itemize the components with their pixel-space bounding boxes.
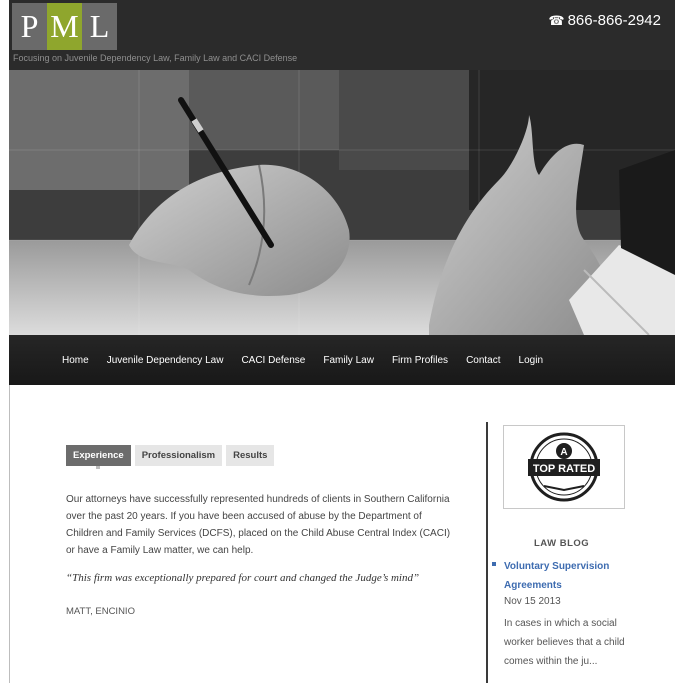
nav-item-family-law[interactable]: Family Law xyxy=(314,355,383,366)
tab-results[interactable]: Results xyxy=(226,445,275,466)
sidebar-divider xyxy=(486,422,488,683)
blog-post-link[interactable]: Voluntary Supervision Agreements xyxy=(504,557,624,595)
phone-icon: ☎ xyxy=(548,12,565,28)
logo-letter-m: M xyxy=(47,3,82,50)
pml-logo[interactable]: P M L xyxy=(12,3,117,50)
badge-letter: A xyxy=(560,447,567,458)
phone-number[interactable]: ☎ 866-866-2942 xyxy=(548,12,661,29)
nav-item-juvenile-dependency-law[interactable]: Juvenile Dependency Law xyxy=(98,355,233,366)
tab-caret xyxy=(96,466,100,469)
blog-bullet-icon xyxy=(492,562,496,566)
nav-item-home[interactable]: Home xyxy=(9,355,98,366)
site-header: P M L Focusing on Juvenile Dependency La… xyxy=(9,0,675,70)
nav-item-firm-profiles[interactable]: Firm Profiles xyxy=(383,355,457,366)
content-tabs: Experience Professionalism Results xyxy=(66,445,275,466)
nav-item-contact[interactable]: Contact xyxy=(457,355,509,366)
phone-number-text: 866-866-2942 xyxy=(567,12,661,29)
top-rated-badge[interactable]: A TOP RATED xyxy=(503,425,625,509)
site-tagline: Focusing on Juvenile Dependency Law, Fam… xyxy=(13,53,298,63)
hero-image xyxy=(9,70,675,335)
badge-text: TOP RATED xyxy=(533,463,595,475)
nav-item-login[interactable]: Login xyxy=(510,355,552,366)
main-nav: Home Juvenile Dependency Law CACI Defens… xyxy=(9,335,675,385)
blog-post-date: Nov 15 2013 xyxy=(504,596,561,607)
nav-item-caci-defense[interactable]: CACI Defense xyxy=(232,355,314,366)
logo-letter-p: P xyxy=(12,3,47,50)
tab-professionalism[interactable]: Professionalism xyxy=(134,445,223,466)
logo-letter-l: L xyxy=(82,3,117,50)
tab-experience[interactable]: Experience xyxy=(66,445,131,466)
page: P M L Focusing on Juvenile Dependency La… xyxy=(0,0,684,683)
testimonial-author: MATT, ENCINIO xyxy=(66,606,135,617)
law-blog-heading: LAW BLOG xyxy=(534,538,590,549)
content-border xyxy=(9,385,10,683)
blog-post-excerpt: In cases in which a social worker believ… xyxy=(504,618,625,667)
intro-paragraph: Our attorneys have successfully represen… xyxy=(66,494,451,556)
testimonial-quote: “This firm was exceptionally prepared fo… xyxy=(66,572,420,584)
